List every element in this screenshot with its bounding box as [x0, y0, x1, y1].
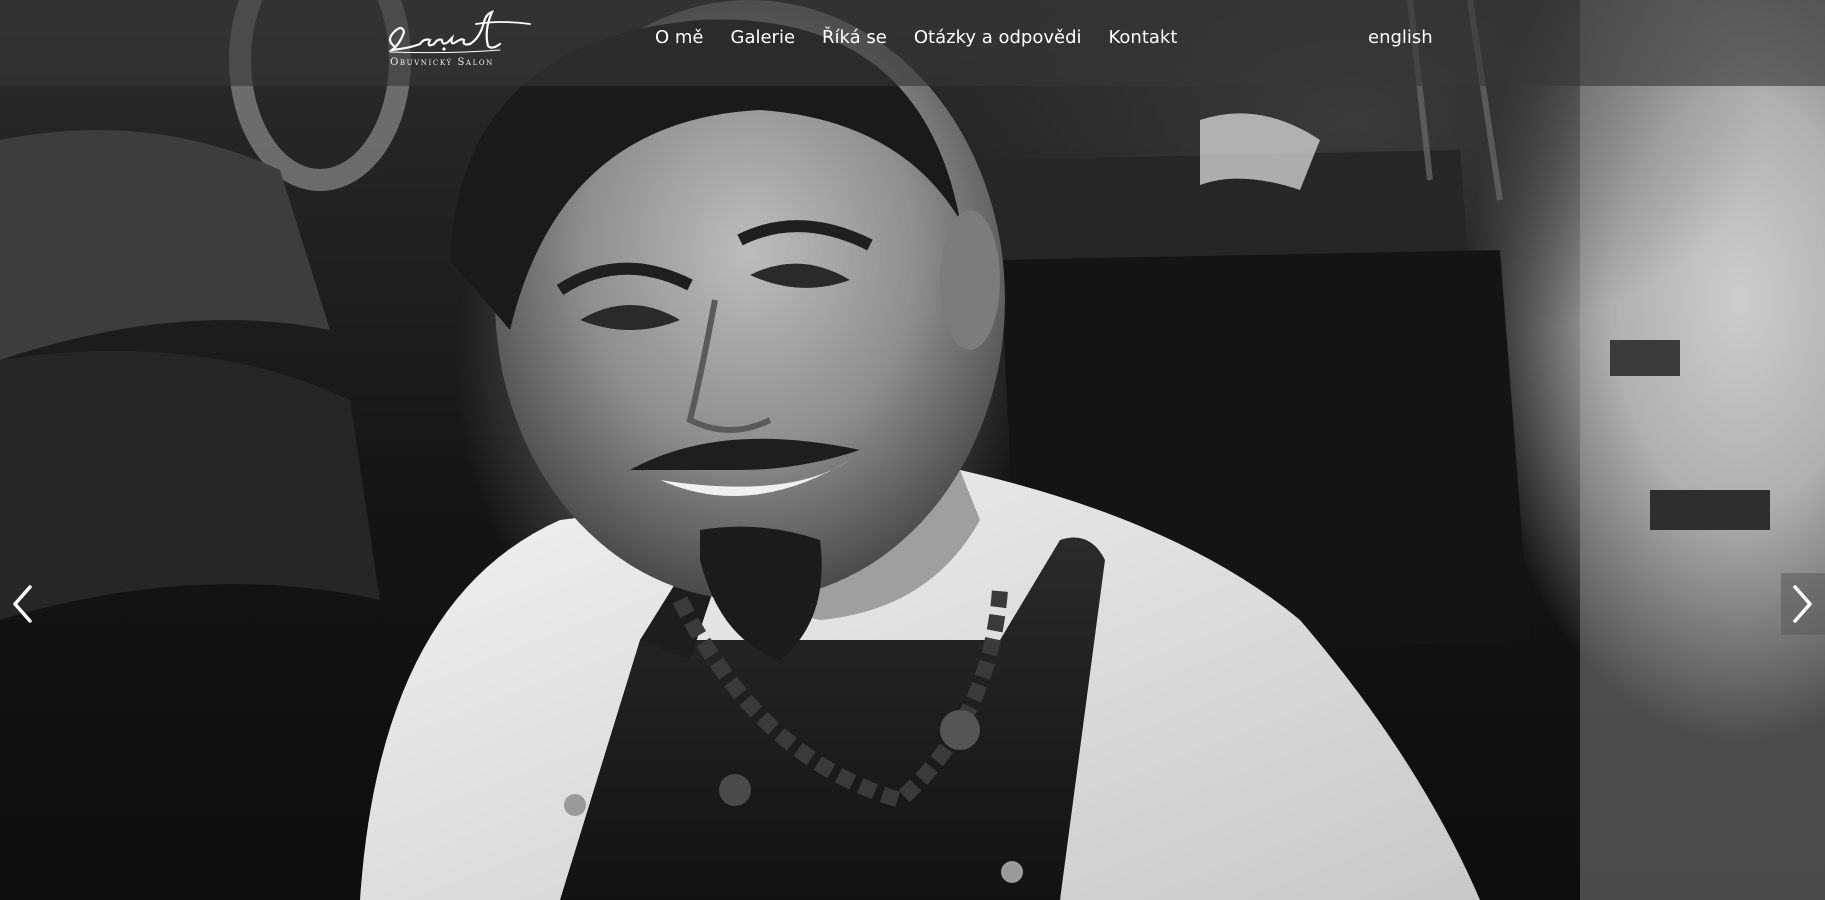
logo-script-mark: [388, 10, 531, 54]
nav-item-galerie[interactable]: Galerie: [731, 27, 796, 48]
main-navigation: O mě Galerie Říká se Otázky a odpovědi K…: [655, 27, 1204, 48]
chevron-left-icon: [13, 585, 32, 623]
top-navigation-bar: Obuvnický Salon O mě Galerie Říká se Otá…: [0, 0, 1825, 86]
language-switch-english[interactable]: english: [1368, 27, 1433, 48]
logo-subtitle: Obuvnický Salon: [390, 57, 494, 68]
chevron-right-icon: [1793, 585, 1812, 623]
slider-next-button[interactable]: [1781, 573, 1825, 635]
nav-item-otazky-a-odpovedi[interactable]: Otázky a odpovědi: [914, 27, 1082, 48]
hero-photo: [0, 0, 1825, 900]
hero-slider: Obuvnický Salon O mě Galerie Říká se Otá…: [0, 0, 1825, 900]
nav-item-kontakt[interactable]: Kontakt: [1109, 27, 1178, 48]
nav-item-o-me[interactable]: O mě: [655, 27, 704, 48]
slider-prev-button[interactable]: [0, 573, 44, 635]
salon-logo[interactable]: Obuvnický Salon: [380, 10, 535, 74]
nav-item-rika-se[interactable]: Říká se: [822, 27, 887, 48]
